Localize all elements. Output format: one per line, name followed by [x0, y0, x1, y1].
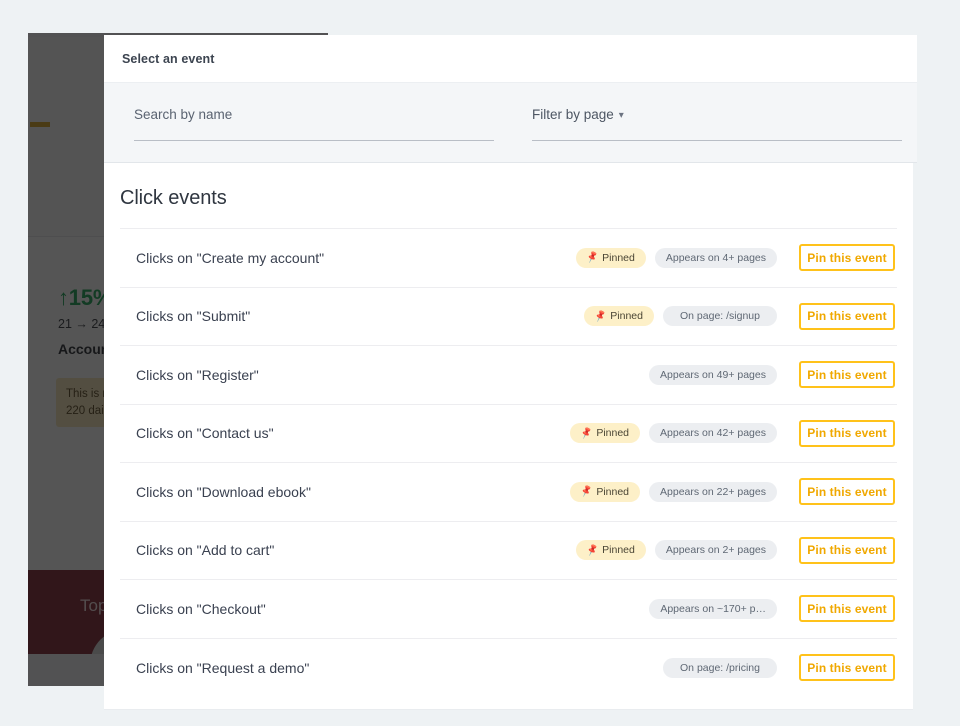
- pin-this-event-button[interactable]: Pin this event: [799, 361, 895, 388]
- background-amber-marker: [30, 122, 50, 127]
- status-badge-pages: Appears on 4+ pages: [655, 248, 777, 268]
- table-row[interactable]: Clicks on "Submit"📌PinnedOn page: /signu…: [120, 288, 897, 347]
- row-badges: 📌Pinned Appears on 4+ pages: [576, 248, 777, 268]
- table-row[interactable]: Clicks on "Checkout"📌PinnedAppears on ~1…: [120, 580, 897, 639]
- select-event-modal: Select an event Search by name Filter by…: [104, 35, 917, 710]
- row-badges: 📌PinnedAppears on 49+ pages: [570, 365, 777, 385]
- table-row[interactable]: Clicks on "Contact us"📌PinnedAppears on …: [120, 405, 897, 464]
- event-name: Clicks on "Register": [136, 367, 570, 383]
- search-input-underline: [134, 140, 494, 141]
- screen: ↑15% 21 → 24 Us Account This is m 220 da…: [0, 0, 960, 726]
- status-badge-pinned-label: Pinned: [596, 486, 629, 498]
- event-name: Clicks on "Submit": [136, 308, 584, 324]
- status-badge-pages: Appears on 49+ pages: [649, 365, 777, 385]
- table-row[interactable]: Clicks on "Create my account"📌PinnedAppe…: [120, 229, 897, 288]
- event-name: Clicks on "Create my account": [136, 250, 576, 266]
- event-name: Clicks on "Checkout": [136, 601, 570, 617]
- pin-this-event-button[interactable]: Pin this event: [799, 478, 895, 505]
- pin-this-event-button[interactable]: Pin this event: [799, 303, 895, 330]
- status-badge-pages: Appears on 42+ pages: [649, 423, 777, 443]
- status-badge-pinned: 📌Pinned: [576, 540, 646, 560]
- pin-this-event-button[interactable]: Pin this event: [799, 244, 895, 271]
- row-badges: 📌Pinned Appears on 22+ pages: [570, 482, 777, 502]
- status-badge-pinned: 📌Pinned: [584, 306, 654, 326]
- pushpin-icon: 📌: [585, 251, 599, 265]
- pushpin-icon: 📌: [580, 426, 594, 440]
- modal-body: Click events Clicks on "Create my accoun…: [104, 163, 913, 710]
- search-input-placeholder: Search by name: [134, 105, 232, 125]
- status-badge-pinned: 📌Pinned: [570, 482, 640, 502]
- filter-by-page-label: Filter by page: [532, 105, 614, 125]
- status-badge-pinned-label: Pinned: [602, 544, 635, 556]
- status-badge-pages: On page: /pricing: [663, 658, 777, 678]
- search-input[interactable]: Search by name: [134, 105, 494, 141]
- status-badge-pinned: 📌Pinned: [570, 423, 640, 443]
- pin-this-event-button[interactable]: Pin this event: [799, 654, 895, 681]
- status-badge-pinned-label: Pinned: [610, 310, 643, 322]
- pin-this-event-button[interactable]: Pin this event: [799, 595, 895, 622]
- status-badge-pinned-label: Pinned: [602, 252, 635, 264]
- event-name: Clicks on "Contact us": [136, 425, 570, 441]
- filter-bar: Search by name Filter by page ▾: [104, 82, 917, 163]
- event-name: Clicks on "Download ebook": [136, 484, 570, 500]
- status-badge-pages: Appears on ~170+ p…: [649, 599, 777, 619]
- status-badge-pages: Appears on 22+ pages: [649, 482, 777, 502]
- row-badges: 📌Pinned Appears on 42+ pages: [570, 423, 777, 443]
- pin-this-event-button[interactable]: Pin this event: [799, 420, 895, 447]
- status-badge-pinned-label: Pinned: [596, 427, 629, 439]
- row-badges: 📌PinnedAppears on ~170+ p…: [570, 599, 777, 619]
- event-name: Clicks on "Add to cart": [136, 542, 576, 558]
- chevron-down-icon: ▾: [619, 110, 624, 121]
- table-row[interactable]: Clicks on "Register"📌PinnedAppears on 49…: [120, 346, 897, 405]
- modal-header: Select an event: [104, 35, 917, 82]
- row-badges: 📌Pinned On page: /signup: [584, 306, 777, 326]
- event-name: Clicks on "Request a demo": [136, 660, 584, 676]
- table-row[interactable]: Clicks on "Download ebook"📌PinnedAppears…: [120, 463, 897, 522]
- filter-by-page-underline: [532, 140, 902, 141]
- pushpin-icon: 📌: [585, 543, 599, 557]
- pin-this-event-button[interactable]: Pin this event: [799, 537, 895, 564]
- filter-by-page-dropdown[interactable]: Filter by page ▾: [532, 105, 902, 141]
- pushpin-icon: 📌: [594, 309, 608, 323]
- row-badges: 📌PinnedOn page: /pricing: [584, 658, 777, 678]
- status-badge-pages: Appears on 2+ pages: [655, 540, 777, 560]
- status-badge-pages: On page: /signup: [663, 306, 777, 326]
- event-list: Clicks on "Create my account"📌PinnedAppe…: [120, 228, 897, 697]
- table-row[interactable]: Clicks on "Add to cart"📌PinnedAppears on…: [120, 522, 897, 581]
- table-row[interactable]: Clicks on "Request a demo"📌PinnedOn page…: [120, 639, 897, 698]
- pushpin-icon: 📌: [580, 485, 594, 499]
- page-title: Click events: [104, 163, 913, 228]
- row-badges: 📌Pinned Appears on 2+ pages: [576, 540, 777, 560]
- status-badge-pinned: 📌Pinned: [576, 248, 646, 268]
- modal-title: Select an event: [122, 52, 215, 66]
